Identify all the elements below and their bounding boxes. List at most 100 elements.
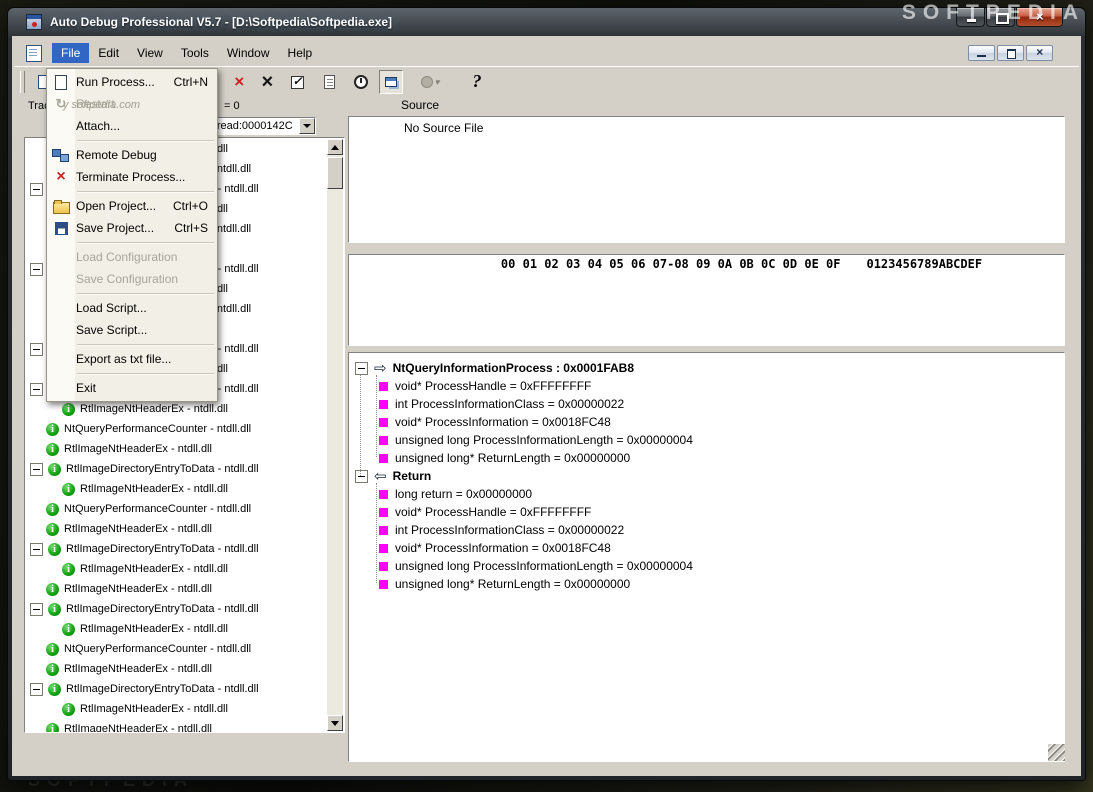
param-text: int ProcessInformationClass = 0x00000022 (395, 523, 625, 537)
menu-window[interactable]: Window (218, 43, 279, 63)
call-param-row[interactable]: long return = 0x00000000 (379, 485, 532, 503)
menu-item-terminate-process[interactable]: Terminate Process... (47, 166, 217, 188)
icon-slot (50, 380, 72, 396)
menu-item-run-process[interactable]: Run Process... Ctrl+N (47, 71, 217, 93)
expand-box[interactable] (30, 682, 43, 696)
menu-edit[interactable]: Edit (89, 43, 128, 63)
remove-button[interactable] (227, 70, 251, 94)
call-param-row[interactable]: void* ProcessHandle = 0xFFFFFFFF (379, 377, 591, 395)
menu-item-attach[interactable]: Attach... (47, 115, 217, 137)
param-bullet-icon (379, 579, 388, 589)
expand-box[interactable] (30, 262, 43, 276)
expand-box[interactable] (30, 602, 43, 616)
info-icon (46, 662, 59, 676)
tree-row[interactable]: RtlImageNtHeaderEx - ntdll.dll (26, 659, 326, 679)
call-param-row[interactable]: void* ProcessHandle = 0xFFFFFFFF (379, 503, 591, 521)
resize-grip[interactable] (1048, 744, 1065, 761)
tree-item-label: RtlImageNtHeaderEx - ntdll.dll (64, 523, 212, 535)
tree-row[interactable]: NtQueryPerformanceCounter - ntdll.dll (26, 639, 326, 659)
mdi-minimize-button[interactable] (968, 45, 995, 61)
menu-item-label: Open Project... (76, 199, 157, 213)
remove-all-button[interactable] (255, 70, 279, 94)
tree-row[interactable]: RtlImageNtHeaderEx - ntdll.dll (26, 559, 326, 579)
param-text: unsigned long* ReturnLength = 0x00000000 (395, 451, 631, 465)
menu-item-label: Restart (76, 97, 115, 111)
menu-item-shortcut: Ctrl+N (173, 75, 208, 89)
mdi-restore-button[interactable] (997, 45, 1024, 61)
call-param-row[interactable]: unsigned long ProcessInformationLength =… (379, 557, 693, 575)
call-function-row[interactable]: ⇦ Return (355, 467, 431, 485)
window-title: Auto Debug Professional V5.7 - [D:\Softp… (50, 15, 393, 29)
menu-help[interactable]: Help (279, 43, 322, 63)
expand-box[interactable] (30, 182, 43, 196)
menu-item-exit[interactable]: Exit (47, 377, 217, 399)
tree-row[interactable]: RtlImageDirectoryEntryToData - ntdll.dll (26, 539, 326, 559)
tree-row[interactable]: RtlImageNtHeaderEx - ntdll.dll (26, 719, 326, 732)
call-param-row[interactable]: unsigned long* ReturnLength = 0x00000000 (379, 575, 630, 593)
minimize-button[interactable] (956, 8, 985, 27)
caption-buttons: × (955, 8, 1063, 27)
terminate-process-icon (50, 169, 72, 185)
call-param-row[interactable]: unsigned long ProcessInformationLength =… (379, 431, 693, 449)
call-param-row[interactable]: int ProcessInformationClass = 0x00000022 (379, 395, 624, 413)
param-bullet-icon (379, 435, 388, 445)
menu-item-export-as-txt-file[interactable]: Export as txt file... (47, 348, 217, 370)
expand-box[interactable] (30, 542, 43, 556)
titlebar[interactable]: Auto Debug Professional V5.7 - [D:\Softp… (8, 8, 1085, 36)
dropdown-caret-icon: ▾ (434, 76, 440, 87)
expand-box[interactable] (30, 462, 43, 476)
tree-scrollbar[interactable] (327, 139, 343, 731)
close-button[interactable]: × (1016, 8, 1063, 27)
menu-item-remote-debug[interactable]: Remote Debug (47, 144, 217, 166)
menu-item-label: Save Project... (76, 221, 155, 235)
scroll-up-icon[interactable] (327, 139, 343, 155)
menu-item-save-project[interactable]: Save Project... Ctrl+S (47, 217, 217, 239)
expand-box[interactable] (30, 342, 43, 356)
menu-item-open-project[interactable]: Open Project... Ctrl+O (47, 195, 217, 217)
tree-row[interactable]: NtQueryPerformanceCounter - ntdll.dll (26, 419, 326, 439)
edit-script-button[interactable] (317, 70, 341, 94)
timer-button[interactable] (349, 70, 373, 94)
tree-row[interactable]: RtlImageNtHeaderEx - ntdll.dll (26, 579, 326, 599)
call-param-row[interactable]: void* ProcessInformation = 0x0018FC48 (379, 413, 611, 431)
tree-item-label: RtlImageNtHeaderEx - ntdll.dll (80, 403, 228, 415)
maximize-button[interactable] (986, 8, 1015, 27)
tree-row[interactable]: RtlImageNtHeaderEx - ntdll.dll (26, 439, 326, 459)
menu-item-label: Run Process... (76, 75, 155, 89)
info-icon (62, 622, 75, 636)
scrollbar-thumb[interactable] (327, 157, 343, 189)
call-param-row[interactable]: int ProcessInformationClass = 0x00000022 (379, 521, 624, 539)
tree-item-label: RtlImageNtHeaderEx - ntdll.dll (64, 583, 212, 595)
help-icon (473, 72, 482, 92)
menu-item-load-script[interactable]: Load Script... (47, 297, 217, 319)
tree-row[interactable]: NtQueryPerformanceCounter - ntdll.dll (26, 499, 326, 519)
tree-row[interactable]: RtlImageDirectoryEntryToData - ntdll.dll (26, 599, 326, 619)
tree-row[interactable]: RtlImageDirectoryEntryToData - ntdll.dll (26, 459, 326, 479)
tree-row[interactable]: RtlImageNtHeaderEx - ntdll.dll (26, 699, 326, 719)
tree-row[interactable]: RtlImageNtHeaderEx - ntdll.dll (26, 519, 326, 539)
expand-box[interactable] (355, 469, 368, 483)
menu-tools[interactable]: Tools (172, 43, 218, 63)
call-param-row[interactable]: void* ProcessInformation = 0x0018FC48 (379, 539, 611, 557)
expand-box[interactable] (30, 382, 43, 396)
toolbar-grip[interactable] (20, 71, 25, 93)
call-function-row[interactable]: ⇨ NtQueryInformationProcess : 0x0001FAB8 (355, 359, 634, 377)
menu-file[interactable]: File (52, 43, 90, 63)
call-param-row[interactable]: unsigned long* ReturnLength = 0x00000000 (379, 449, 630, 467)
tree-row[interactable]: RtlImageDirectoryEntryToData - ntdll.dll (26, 679, 326, 699)
verify-button[interactable] (285, 70, 309, 94)
tree-row[interactable]: RtlImageNtHeaderEx - ntdll.dll (26, 479, 326, 499)
windows-button[interactable] (379, 70, 403, 94)
menu-item-save-script[interactable]: Save Script... (47, 319, 217, 341)
tree-row[interactable]: RtlImageNtHeaderEx - ntdll.dll (26, 399, 326, 419)
mdi-close-button[interactable]: × (1026, 45, 1053, 61)
tree-row[interactable]: RtlImageNtHeaderEx - ntdll.dll (26, 619, 326, 639)
menu-view[interactable]: View (128, 43, 172, 63)
param-text: int ProcessInformationClass = 0x00000022 (395, 397, 625, 411)
mdi-document-icon[interactable] (26, 44, 42, 62)
expand-box[interactable] (355, 361, 368, 375)
menu-item-label: Save Configuration (76, 272, 179, 286)
scroll-down-icon[interactable] (327, 715, 343, 731)
help-button[interactable] (465, 70, 489, 94)
chevron-down-icon[interactable] (299, 118, 315, 134)
